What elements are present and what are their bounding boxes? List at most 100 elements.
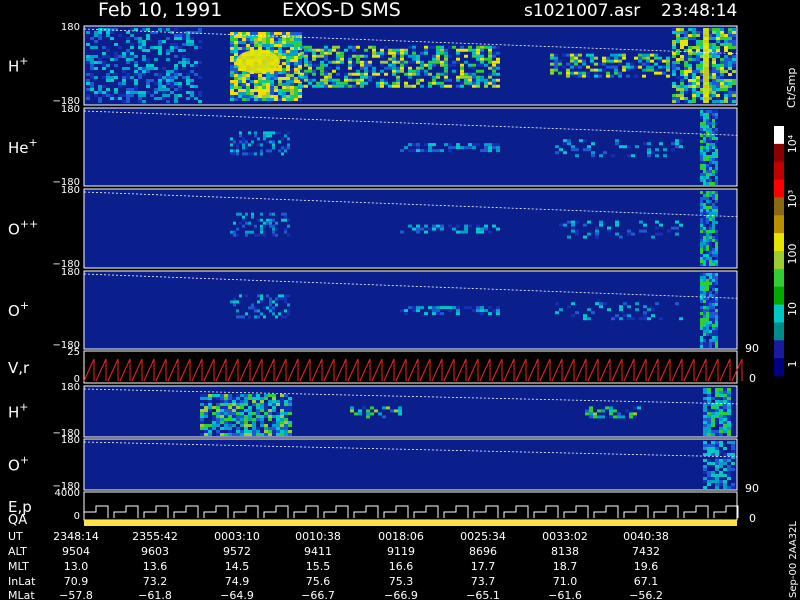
- panel-ytop-4: 180: [61, 267, 80, 278]
- colorbar-swatch: [774, 161, 784, 181]
- panel-ytop-7: 180: [61, 435, 80, 446]
- table-cell: 73.7: [471, 575, 496, 588]
- right-axis-label-4: 0: [749, 512, 756, 525]
- panel-2: [83, 107, 738, 187]
- table-cell: 0025:34: [460, 530, 506, 543]
- table-cell: 8138: [551, 545, 579, 558]
- table-cell: −61.6: [548, 589, 582, 600]
- qa-label: QA: [8, 513, 27, 528]
- table-cell: 0040:38: [623, 530, 669, 543]
- table-cell: 73.2: [143, 575, 168, 588]
- colorbar-swatch: [774, 233, 784, 252]
- colorbar-swatch: [774, 197, 784, 216]
- panel-5: [83, 350, 743, 384]
- table-cell: 75.3: [389, 575, 414, 588]
- panel-label-sup-3: ++: [20, 218, 38, 231]
- table-cell: 9119: [387, 545, 415, 558]
- panel-4: [83, 270, 738, 350]
- table-cell: −64.9: [220, 589, 254, 600]
- table-cell: 2355:42: [132, 530, 178, 543]
- table-row-label: UT: [8, 530, 23, 543]
- panel-label-sup-4: +: [20, 299, 29, 312]
- table-row-label: ALT: [8, 545, 27, 558]
- table-row-label: MLat: [8, 589, 35, 600]
- colorbar-swatch: [774, 286, 784, 306]
- colorbar-title: Ct/Smp: [785, 68, 798, 108]
- table-cell: 18.7: [553, 560, 578, 573]
- table-cell: −61.8: [138, 589, 172, 600]
- table-cell: 8696: [469, 545, 497, 558]
- panel-3: [83, 188, 738, 269]
- plot-mission: EXOS-D SMS: [282, 0, 401, 21]
- colorbar-swatch: [774, 358, 784, 377]
- table-cell: 71.0: [553, 575, 578, 588]
- table-row-label: InLat: [8, 575, 36, 588]
- panel-label-sup-1: +: [19, 55, 28, 68]
- colorbar-swatch: [774, 268, 784, 288]
- table-cell: 17.7: [471, 560, 496, 573]
- colorbar-swatch: [774, 304, 784, 323]
- colorbar-swatch: [774, 340, 784, 359]
- colorbar-swatch: [774, 322, 784, 341]
- colorbar-tick: 100: [786, 244, 799, 265]
- spectrogram-panels: [83, 25, 743, 521]
- table-cell: 67.1: [634, 575, 659, 588]
- right-axis-label-1: 90: [745, 342, 759, 355]
- exos-d-sms-plot: Feb 10, 1991 EXOS-D SMS s1021007.asr 23:…: [0, 0, 800, 600]
- table-cell: 9411: [304, 545, 332, 558]
- table-cell: 14.5: [225, 560, 250, 573]
- table-cell: −57.8: [59, 589, 93, 600]
- colorbar-swatch: [774, 251, 784, 270]
- qa-bar: [84, 520, 737, 526]
- panel-label-sup-2: +: [29, 136, 38, 149]
- colorbar-swatch: [774, 179, 784, 198]
- panel-label-5: V,r: [8, 359, 30, 377]
- panel-ytop-5: 25: [67, 347, 80, 358]
- panel-7: [83, 438, 738, 491]
- table-cell: 2348:14: [53, 530, 99, 543]
- table-cell: −56.2: [629, 589, 663, 600]
- panel-label-sup-7: +: [20, 454, 29, 467]
- table-cell: 0003:10: [214, 530, 260, 543]
- panel-8: [83, 491, 739, 521]
- plot-date: Feb 10, 1991: [98, 0, 222, 21]
- panel-ytop-3: 180: [61, 185, 80, 196]
- panel-1: [83, 25, 738, 106]
- right-axis-label-2: 0: [749, 372, 756, 385]
- colorbar-swatch: [774, 143, 784, 163]
- table-cell: −66.7: [301, 589, 335, 600]
- colorbar-tick: 10⁴: [786, 134, 799, 153]
- table-cell: 75.6: [306, 575, 331, 588]
- plot-time: 23:48:14: [661, 1, 737, 21]
- table-cell: 13.0: [64, 560, 89, 573]
- side-label: Sep-00 2AA32L: [788, 521, 799, 598]
- colorbar-tick: 1: [786, 361, 799, 368]
- table-cell: 0018:06: [378, 530, 424, 543]
- table-cell: 13.6: [143, 560, 168, 573]
- table-cell: 74.9: [225, 575, 250, 588]
- table-cell: −65.1: [466, 589, 500, 600]
- table-cell: 70.9: [64, 575, 89, 588]
- table-cell: 16.6: [389, 560, 414, 573]
- panel-ytop-8: 4000: [55, 488, 80, 499]
- table-cell: 9603: [141, 545, 169, 558]
- table-cell: 0033:02: [542, 530, 588, 543]
- table-cell: 19.6: [634, 560, 659, 573]
- panel-ytop-6: 180: [61, 382, 80, 393]
- table-cell: 15.5: [306, 560, 331, 573]
- table-cell: 0010:38: [295, 530, 341, 543]
- panel-label-sup-6: +: [19, 401, 28, 414]
- file-name: s1021007.asr: [524, 1, 640, 21]
- colorbar-swatch: [774, 215, 784, 234]
- table-cell: 9504: [62, 545, 90, 558]
- right-axis-label-3: 90: [745, 482, 759, 495]
- colorbar-swatch: [774, 126, 784, 145]
- colorbar-tick: 10: [786, 302, 799, 316]
- colorbar-tick: 10³: [786, 190, 799, 208]
- table-cell: −66.9: [384, 589, 418, 600]
- table-row-label: MLT: [8, 560, 29, 573]
- panel-ytop-2: 180: [61, 104, 80, 115]
- panel-ytop-1: 180: [61, 22, 80, 33]
- panel-ybot-8: 0: [74, 511, 80, 522]
- table-cell: 9572: [223, 545, 251, 558]
